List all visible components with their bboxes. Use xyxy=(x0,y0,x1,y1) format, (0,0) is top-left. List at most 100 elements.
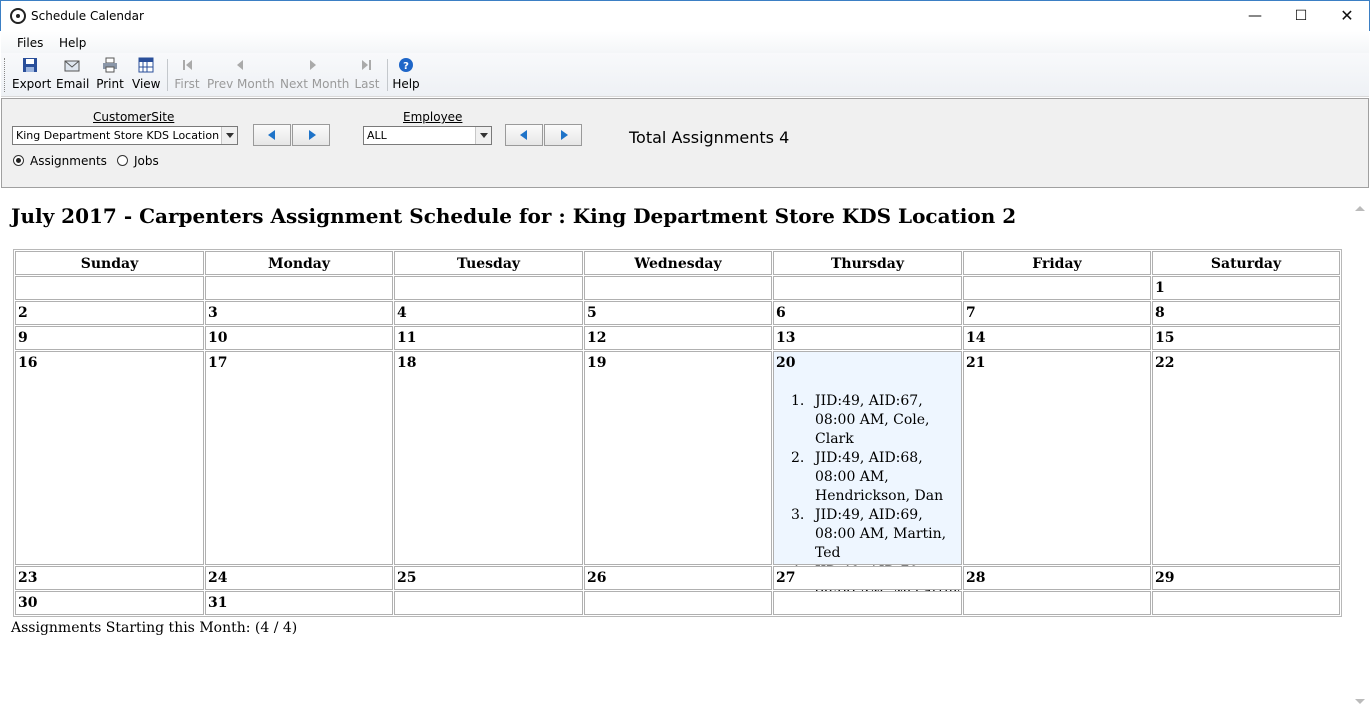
maximize-button[interactable]: ☐ xyxy=(1278,1,1324,32)
day-number: 29 xyxy=(1155,570,1175,586)
toolbar: Export Email Print View First Prev Month xyxy=(1,53,1369,97)
day-number: 19 xyxy=(587,355,607,371)
day-cell[interactable]: 30 xyxy=(15,591,204,615)
day-cell[interactable]: 29 xyxy=(1152,566,1340,590)
assignment-item[interactable]: 3. JID:49, AID:69, 08:00 AM, Martin, Ted xyxy=(788,506,966,563)
day-cell[interactable]: 17 xyxy=(205,351,393,565)
scroll-up-icon[interactable] xyxy=(1355,206,1365,211)
day-cell[interactable]: 11 xyxy=(394,326,583,350)
day-header-wednesday: Wednesday xyxy=(584,251,772,275)
day-cell[interactable]: 7 xyxy=(963,301,1151,325)
day-cell[interactable] xyxy=(205,276,393,300)
chevron-down-icon[interactable] xyxy=(475,127,491,144)
toolbar-separator xyxy=(387,59,388,91)
day-cell[interactable] xyxy=(1152,591,1340,615)
export-button[interactable]: Export xyxy=(12,55,51,95)
next-arrow-icon xyxy=(310,60,316,70)
last-button[interactable]: Last xyxy=(353,55,381,95)
day-cell[interactable]: 21 xyxy=(963,351,1151,565)
radio-jobs[interactable]: Jobs xyxy=(117,154,159,168)
menu-files[interactable]: Files xyxy=(17,36,43,50)
next-month-button[interactable]: Next Month xyxy=(280,55,350,95)
employee-prev-button[interactable] xyxy=(505,124,543,146)
day-cell[interactable] xyxy=(773,276,962,300)
day-cell[interactable]: 1 xyxy=(1152,276,1340,300)
day-cell[interactable]: 24 xyxy=(205,566,393,590)
day-number: 24 xyxy=(208,570,228,586)
minimize-button[interactable]: — xyxy=(1232,1,1278,32)
email-button[interactable]: Email xyxy=(56,55,89,95)
menu-help[interactable]: Help xyxy=(59,36,86,50)
prev-arrow-icon xyxy=(237,60,243,70)
day-cell[interactable]: 4 xyxy=(394,301,583,325)
next-month-label: Next Month xyxy=(280,77,350,91)
day-cell[interactable] xyxy=(584,276,772,300)
day-cell[interactable] xyxy=(963,591,1151,615)
day-cell[interactable]: 14 xyxy=(963,326,1151,350)
close-button[interactable]: ✕ xyxy=(1324,1,1370,32)
day-number: 25 xyxy=(397,570,417,586)
scroll-down-icon[interactable] xyxy=(1355,699,1365,704)
day-cell[interactable]: 10 xyxy=(205,326,393,350)
day-cell[interactable]: 3 xyxy=(205,301,393,325)
radio-assignments[interactable]: Assignments xyxy=(13,154,107,168)
day-cell[interactable]: 28 xyxy=(963,566,1151,590)
chevron-down-icon[interactable] xyxy=(221,127,237,144)
day-cell[interactable]: 31 xyxy=(205,591,393,615)
day-cell[interactable]: 22 xyxy=(1152,351,1340,565)
customer-prev-button[interactable] xyxy=(253,124,291,146)
day-cell[interactable] xyxy=(394,591,583,615)
window-title: Schedule Calendar xyxy=(31,9,144,23)
calendar-view: July 2017 - Carpenters Assignment Schedu… xyxy=(1,189,1349,722)
assignment-index: 1. xyxy=(791,393,805,409)
prev-month-button[interactable]: Prev Month xyxy=(207,55,275,95)
day-cell[interactable]: 15 xyxy=(1152,326,1340,350)
day-number: 10 xyxy=(208,330,228,346)
assignment-item[interactable]: 2. JID:49, AID:68, 08:00 AM, Hendrickson,… xyxy=(788,449,966,506)
radio-assignments-label: Assignments xyxy=(30,154,107,168)
view-button[interactable]: View xyxy=(132,55,160,95)
print-button[interactable]: Print xyxy=(96,55,124,95)
day-cell[interactable]: 2 xyxy=(15,301,204,325)
first-button[interactable]: First xyxy=(173,55,201,95)
day-cell[interactable]: 25 xyxy=(394,566,583,590)
day-cell[interactable]: 20 1. JID:49, AID:67, 08:00 AM, Cole, Clar… xyxy=(773,351,963,618)
day-cell[interactable] xyxy=(584,591,772,615)
total-assignments: Total Assignments 4 xyxy=(629,128,790,147)
day-cell[interactable] xyxy=(773,591,962,615)
help-button[interactable]: ? Help xyxy=(392,55,420,95)
day-cell[interactable]: 12 xyxy=(584,326,772,350)
day-number: 5 xyxy=(587,305,597,321)
employee-select[interactable]: ALL xyxy=(363,126,492,145)
help-label: Help xyxy=(392,77,420,91)
employee-next-button[interactable] xyxy=(544,124,582,146)
customer-next-button[interactable] xyxy=(292,124,330,146)
day-cell[interactable]: 16 xyxy=(15,351,204,565)
day-cell[interactable]: 8 xyxy=(1152,301,1340,325)
radio-jobs-label: Jobs xyxy=(134,154,159,168)
day-cell[interactable]: 27 xyxy=(773,566,962,590)
vertical-scrollbar[interactable] xyxy=(1349,189,1369,722)
day-cell[interactable]: 5 xyxy=(584,301,772,325)
day-cell[interactable] xyxy=(963,276,1151,300)
last-label: Last xyxy=(354,77,380,91)
day-number: 9 xyxy=(18,330,28,346)
customer-site-select[interactable]: King Department Store KDS Location 2 xyxy=(12,126,238,145)
day-cell[interactable]: 23 xyxy=(15,566,204,590)
left-arrow-icon xyxy=(520,130,527,140)
day-cell[interactable]: 18 xyxy=(394,351,583,565)
day-cell[interactable]: 19 xyxy=(584,351,772,565)
assignment-index: 3. xyxy=(791,507,805,523)
day-cell[interactable] xyxy=(15,276,204,300)
day-cell[interactable]: 13 xyxy=(773,326,962,350)
day-cell[interactable]: 26 xyxy=(584,566,772,590)
assignment-item[interactable]: 1. JID:49, AID:67, 08:00 AM, Cole, Clark xyxy=(788,392,966,449)
day-cell[interactable] xyxy=(394,276,583,300)
day-number: 6 xyxy=(776,305,786,321)
toolbar-grip[interactable] xyxy=(4,58,7,92)
day-cell[interactable]: 9 xyxy=(15,326,204,350)
day-cell[interactable]: 6 xyxy=(773,301,962,325)
day-header-thursday: Thursday xyxy=(773,251,962,275)
day-number: 28 xyxy=(966,570,986,586)
svg-text:?: ? xyxy=(403,61,409,72)
